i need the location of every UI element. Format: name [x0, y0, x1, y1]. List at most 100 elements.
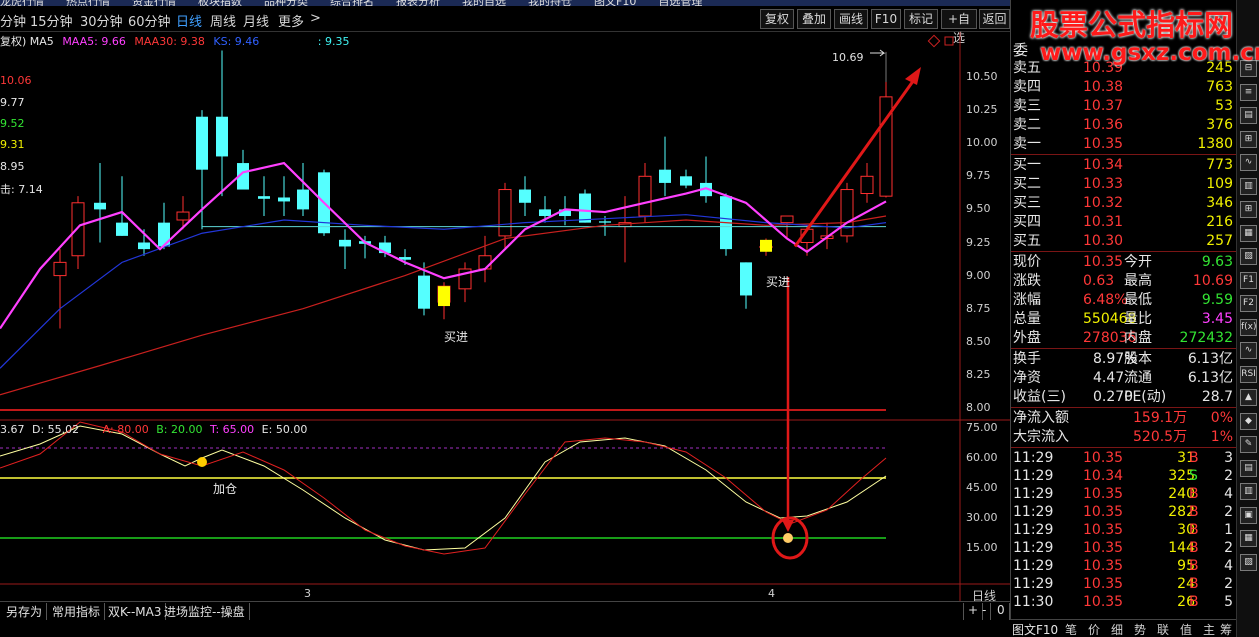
tick-price: 10.34: [1083, 468, 1124, 484]
quote-row: 涨跌 0.63 最高 10.69: [1013, 272, 1235, 290]
ask-volume: 1380: [1197, 136, 1233, 152]
period-60min[interactable]: 60分钟: [128, 11, 171, 30]
tab-chips[interactable]: 筹: [1220, 621, 1232, 637]
quote-value: 0.63: [1083, 273, 1115, 289]
side-tool-icon[interactable]: ▦: [1240, 530, 1257, 547]
side-tool-icon[interactable]: ≡: [1240, 83, 1257, 101]
tab-entry-monitor[interactable]: 进场监控--操盘: [160, 603, 250, 620]
tab-main[interactable]: 主: [1203, 621, 1215, 637]
trend-arrow-head: [905, 67, 921, 85]
side-tool-icon[interactable]: ▲: [1240, 389, 1257, 406]
indicator-legend: 3.67 D: 55.02 A: 80.00 B: 20.00 T: 65.00…: [0, 423, 307, 436]
tick-count: 2: [1224, 540, 1233, 556]
bid-price: 10.31: [1083, 214, 1124, 230]
candle-body: [53, 261, 67, 277]
period-15min[interactable]: 15分钟: [30, 11, 73, 30]
side-tool-icon[interactable]: ⊞: [1240, 130, 1257, 148]
tick-row: 11:29 10.34 325 S 2: [1013, 467, 1235, 485]
bid-row: 买五 10.30 257: [1013, 232, 1235, 250]
side-tool-icon[interactable]: ⊞: [1240, 201, 1257, 218]
candle-body: [659, 169, 671, 183]
candle-body: [71, 202, 85, 257]
order-book-divider: [1011, 154, 1237, 155]
add-position-dot: [197, 457, 207, 467]
candle-body: [740, 262, 752, 296]
tab-common-indicators[interactable]: 常用指标: [48, 603, 106, 620]
tick-row: 11:29 10.35 95 B 4: [1013, 557, 1235, 575]
bid-volume: 109: [1206, 176, 1233, 192]
side-tool-icon[interactable]: f(x): [1240, 318, 1257, 336]
side-tool-icon[interactable]: RSI: [1240, 365, 1257, 383]
price-tick-label: 8.75: [966, 301, 991, 315]
tick-price: 10.35: [1083, 540, 1124, 556]
flow-value: 159.1万: [1133, 410, 1188, 426]
period-1min[interactable]: 分钟: [0, 11, 26, 30]
add-watchlist-button[interactable]: +自选: [941, 9, 977, 45]
high-price-label: 10.69: [832, 51, 864, 64]
tab-price[interactable]: 价: [1088, 621, 1100, 637]
price-tick-label: 8.25: [966, 367, 991, 381]
tick-row: 11:29 10.35 30 B 1: [1013, 521, 1235, 539]
period-30min[interactable]: 30分钟: [80, 11, 123, 30]
side-tool-icon[interactable]: ▨: [1240, 248, 1257, 265]
bid-volume: 257: [1206, 233, 1233, 249]
side-tool-icon[interactable]: ▦: [1240, 224, 1257, 242]
side-tool-icon[interactable]: ▥: [1240, 177, 1257, 195]
side-tool-icon[interactable]: F1: [1240, 271, 1257, 289]
tab-double-k-ma3[interactable]: 双K--MA3: [104, 603, 167, 620]
tab-save-as[interactable]: 另存为: [2, 603, 48, 620]
side-tool-icon[interactable]: ▤: [1240, 107, 1257, 124]
zoom-out-button[interactable]: -: [978, 603, 992, 620]
quote-value: 272432: [1179, 330, 1233, 346]
tick-count: 1: [1224, 522, 1233, 538]
flow-row: 净流入额 159.1万 0%: [1013, 409, 1235, 427]
price-chart[interactable]: [0, 32, 1010, 601]
d-value: D: 55.02: [32, 423, 80, 436]
tab-link[interactable]: 联: [1157, 621, 1169, 637]
bid-level-label: 买二: [1013, 176, 1041, 192]
period-weekly[interactable]: 周线: [210, 11, 236, 30]
square-icon: [944, 36, 954, 46]
tab-bi[interactable]: 笔: [1065, 621, 1077, 637]
period-monthly[interactable]: 月线: [243, 11, 269, 30]
side-tool-icon[interactable]: ▥: [1240, 483, 1257, 500]
side-tool-icon[interactable]: ▣: [1240, 506, 1257, 524]
ask-level-label: 卖一: [1013, 136, 1041, 152]
side-tool-icon[interactable]: ✎: [1240, 436, 1257, 453]
quote-label: 最高: [1124, 273, 1152, 289]
watermark-title: 股票公式指标网: [1030, 8, 1234, 42]
tick-price: 10.35: [1083, 522, 1124, 538]
side-tool-icon[interactable]: ◆: [1240, 412, 1257, 430]
tab-trend[interactable]: 势: [1134, 621, 1146, 637]
f10-button[interactable]: F10: [871, 9, 901, 29]
side-tool-icon[interactable]: F2: [1240, 295, 1257, 312]
ask-price: 10.37: [1083, 98, 1124, 114]
t-value: T: 65.00: [209, 423, 255, 436]
signal-drop-arrow-head: [782, 520, 794, 532]
period-daily[interactable]: 日线: [176, 11, 202, 30]
back-button[interactable]: 返回: [979, 9, 1010, 29]
reset-zoom-button[interactable]: 0: [993, 603, 1010, 620]
fund-value: 6.13亿: [1187, 351, 1233, 367]
more-arrow-icon[interactable]: >: [310, 11, 321, 26]
restore-right-button[interactable]: 复权: [760, 9, 794, 29]
mark-button[interactable]: 标记: [904, 9, 938, 29]
side-tool-icon[interactable]: ▨: [1240, 553, 1257, 571]
left-label-3: 9.52: [0, 117, 25, 130]
tick-price: 10.35: [1083, 558, 1124, 574]
side-tool-icon[interactable]: ∿: [1240, 342, 1257, 359]
draw-line-button[interactable]: 画线: [834, 9, 868, 29]
side-tool-icon[interactable]: ∿: [1240, 154, 1257, 171]
tab-f10[interactable]: 图文F10: [1012, 621, 1058, 637]
annotations: [771, 34, 954, 560]
left-label-2: 9.77: [0, 96, 25, 109]
side-tool-icon[interactable]: ▤: [1240, 459, 1257, 477]
tick-side: B: [1189, 450, 1199, 466]
indicator-tick-label: 60.00: [966, 451, 998, 464]
overlay-button[interactable]: 叠加: [797, 9, 831, 29]
tab-detail[interactable]: 细: [1111, 621, 1123, 637]
fund-label: PE(动): [1124, 389, 1167, 405]
tab-value[interactable]: 值: [1180, 621, 1192, 637]
period-more[interactable]: 更多: [278, 11, 304, 30]
quote-row: 外盘 278036 内盘 272432: [1013, 329, 1235, 347]
